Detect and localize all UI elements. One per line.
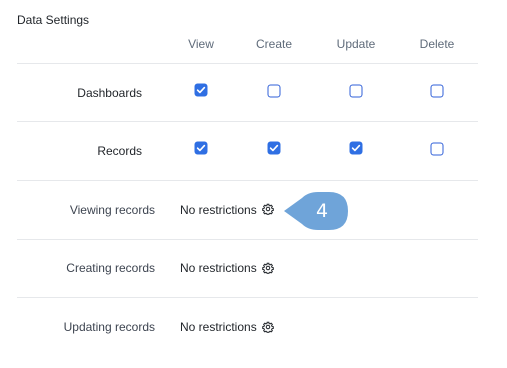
dashboards-delete-checkbox[interactable] [430,84,444,98]
creating-records-value: No restrictions [180,261,257,275]
data-settings-panel: Data Settings View Create Update Delete … [0,0,507,368]
records-delete-checkbox[interactable] [430,142,444,156]
gear-icon[interactable] [262,203,274,215]
row-label-viewing-records: Viewing records [69,203,155,217]
row-label-dashboards: Dashboards [77,86,142,100]
divider [17,239,478,240]
checkmark-icon [351,144,361,152]
divider [17,121,478,122]
checkmark-icon [196,86,206,94]
checkmark-icon [196,144,206,152]
column-header-view: View [188,37,214,51]
column-header-delete: Delete [419,37,455,51]
gear-icon[interactable] [262,321,274,333]
row-label-updating-records: Updating records [63,320,155,334]
section-title: Data Settings [17,13,90,27]
dashboards-update-checkbox[interactable] [349,84,363,98]
callout-number: 4 [315,200,329,222]
records-update-checkbox[interactable] [349,141,363,155]
divider [17,297,478,298]
viewing-records-value: No restrictions [180,203,257,217]
records-view-checkbox[interactable] [194,141,208,155]
divider [17,63,478,64]
records-create-checkbox[interactable] [267,141,281,155]
column-header-update: Update [336,37,376,51]
gear-icon[interactable] [262,262,274,274]
updating-records-value: No restrictions [180,320,257,334]
row-label-records: Records [97,144,142,158]
checkmark-icon [269,144,279,152]
dashboards-create-checkbox[interactable] [267,84,281,98]
dashboards-view-checkbox[interactable] [194,83,208,97]
divider [17,180,478,181]
column-header-create: Create [255,37,293,51]
row-label-creating-records: Creating records [66,261,155,275]
